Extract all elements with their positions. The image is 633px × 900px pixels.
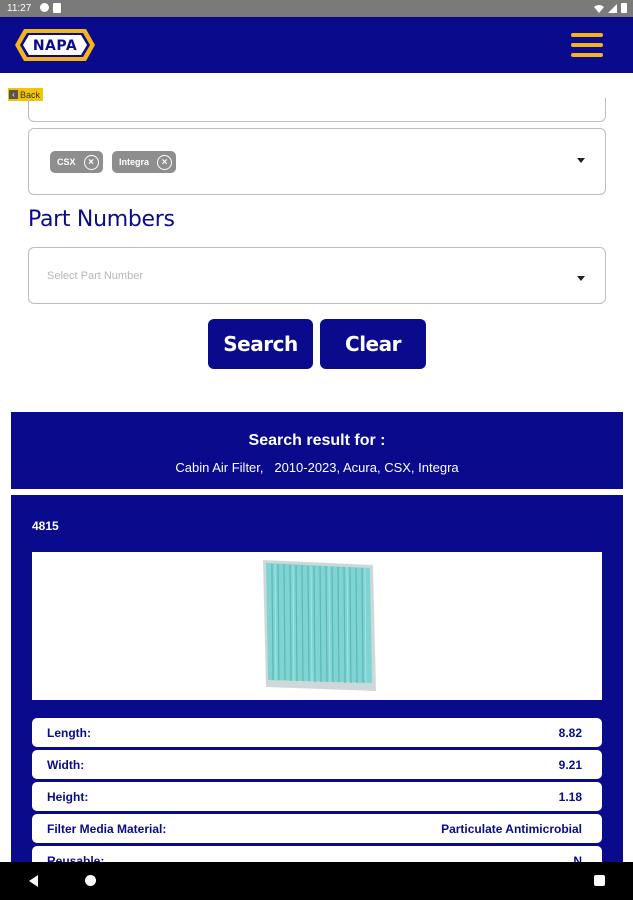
spec-value: 8.82: [558, 726, 582, 740]
battery-icon: [621, 3, 627, 13]
chip-label: Integra: [119, 157, 150, 167]
chip-csx: CSX ×: [50, 151, 103, 173]
sd-card-icon: [53, 3, 61, 13]
chevron-down-icon[interactable]: [577, 276, 585, 281]
nav-back-icon[interactable]: [29, 875, 38, 887]
spec-row-filter-media: Filter Media Material: Particulate Antim…: [32, 814, 602, 843]
search-result-title: Search result for :: [248, 432, 386, 449]
product-card[interactable]: 4815 Length: 8.82 Width: 9.21 Height: 1.…: [11, 495, 623, 875]
chevron-left-icon: ‹: [9, 90, 18, 99]
status-time: 11:27: [7, 3, 32, 14]
signal-icon: [608, 3, 617, 13]
spec-row-width: Width: 9.21: [32, 750, 602, 779]
wifi-icon: [594, 4, 604, 13]
status-bar: 11:27: [0, 0, 633, 17]
hamburger-menu-icon[interactable]: [571, 33, 603, 57]
cabin-air-filter-image[interactable]: [258, 557, 378, 694]
gear-icon: [40, 3, 49, 12]
product-image-box: [32, 552, 602, 700]
remove-chip-icon[interactable]: ×: [83, 154, 99, 170]
search-result-header: Search result for : Cabin Air Filter, 20…: [11, 412, 623, 489]
spec-row-height: Height: 1.18: [32, 782, 602, 811]
chip-label: CSX: [57, 157, 76, 167]
part-number-placeholder: Select Part Number: [47, 270, 143, 282]
chip-integra: Integra ×: [112, 151, 177, 173]
spec-value: Particulate Antimicrobial: [441, 822, 582, 836]
chevron-down-icon[interactable]: [577, 158, 585, 163]
model-multi-select[interactable]: CSX × Integra ×: [28, 128, 606, 195]
spec-label: Filter Media Material:: [47, 822, 167, 836]
spec-value: 1.18: [558, 790, 582, 804]
part-number: 4815: [32, 519, 59, 533]
part-numbers-title: Part Numbers: [28, 207, 175, 232]
napa-logo[interactable]: NAPA: [14, 28, 96, 62]
logo-text: NAPA: [33, 38, 77, 54]
nav-recents-icon[interactable]: [594, 875, 605, 886]
spec-label: Width:: [47, 758, 85, 772]
spec-label: Length:: [47, 726, 91, 740]
spec-row-length: Length: 8.82: [32, 718, 602, 747]
spec-label: Height:: [47, 790, 89, 804]
part-number-select[interactable]: Select Part Number: [28, 247, 606, 304]
app-screen: 11:27 NAPA ‹ Back CSX × Integra × Part N…: [0, 0, 633, 900]
remove-chip-icon[interactable]: ×: [157, 154, 173, 170]
system-nav-bar: [0, 862, 633, 900]
previous-select-field[interactable]: [28, 98, 606, 122]
clear-button[interactable]: Clear: [320, 319, 426, 369]
search-result-subtitle: Cabin Air Filter, 2010-2023, Acura, CSX,…: [175, 460, 459, 475]
search-button[interactable]: Search: [208, 319, 313, 369]
app-header: NAPA: [0, 17, 633, 73]
spec-value: 9.21: [558, 758, 582, 772]
nav-home-icon[interactable]: [85, 875, 96, 886]
